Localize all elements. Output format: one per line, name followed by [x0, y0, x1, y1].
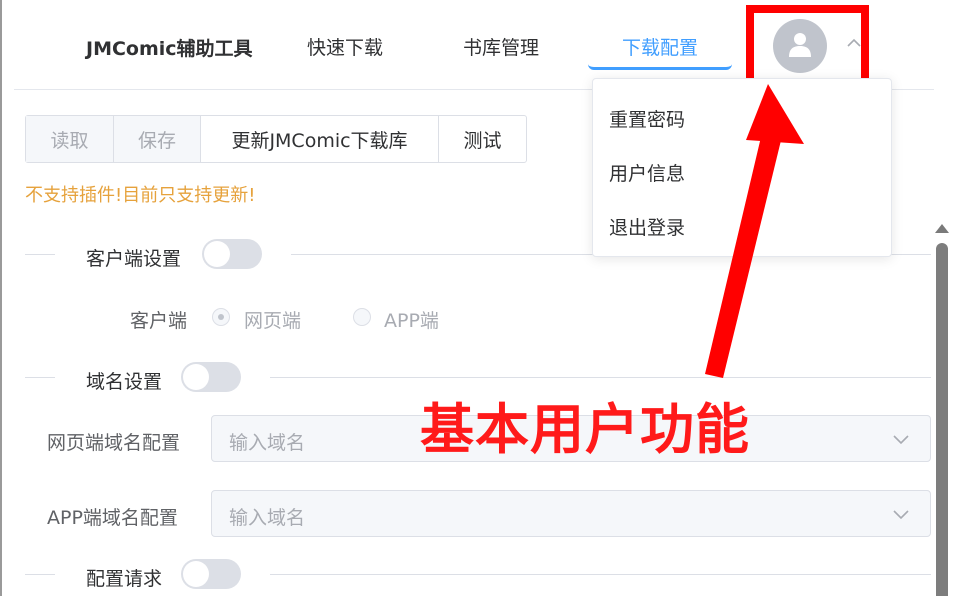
annotation-arrow — [705, 84, 804, 378]
annotation-label: 基本用户功能 — [420, 398, 750, 461]
